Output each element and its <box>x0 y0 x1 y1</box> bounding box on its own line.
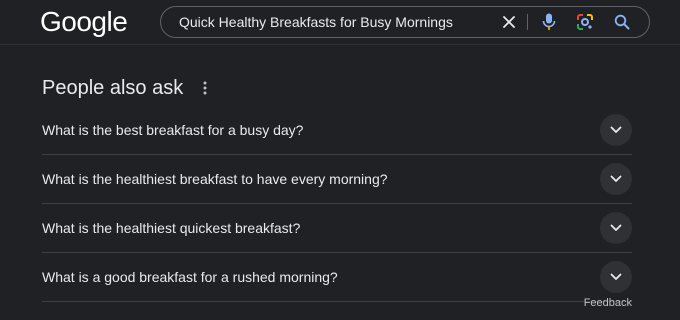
question-text: What is the healthiest breakfast to have… <box>42 171 388 187</box>
google-lens-button[interactable] <box>575 12 595 32</box>
question-text: What is the best breakfast for a busy da… <box>42 122 304 138</box>
search-input[interactable] <box>179 7 479 37</box>
expand-question-button[interactable] <box>600 261 632 293</box>
question-text: What is a good breakfast for a rushed mo… <box>42 269 338 285</box>
voice-search-button[interactable] <box>539 12 559 32</box>
feedback-link[interactable]: Feedback <box>584 297 632 309</box>
google-logo[interactable]: Google <box>40 6 128 38</box>
search-divider <box>527 14 528 30</box>
top-bar: Google <box>0 0 680 45</box>
people-also-ask-header: People also ask <box>42 70 632 106</box>
search-button[interactable] <box>612 12 632 32</box>
search-box[interactable] <box>160 6 650 38</box>
chevron-down-icon <box>610 273 622 280</box>
expand-question-button[interactable] <box>600 212 632 244</box>
question-item-rushed-morning[interactable]: What is a good breakfast for a rushed mo… <box>42 253 632 302</box>
google-lens-icon <box>577 14 593 30</box>
close-icon <box>503 16 515 28</box>
expand-question-button[interactable] <box>600 114 632 146</box>
people-also-ask-title: People also ask <box>42 76 184 99</box>
clear-search-button[interactable] <box>499 12 519 32</box>
question-item-healthiest-quickest[interactable]: What is the healthiest quickest breakfas… <box>42 204 632 253</box>
question-item-best-breakfast-busy-day[interactable]: What is the best breakfast for a busy da… <box>42 106 632 155</box>
chevron-down-icon <box>610 224 622 231</box>
question-text: What is the healthiest quickest breakfas… <box>42 220 301 236</box>
expand-question-button[interactable] <box>600 163 632 195</box>
search-icon <box>614 14 630 30</box>
question-item-healthiest-every-morning[interactable]: What is the healthiest breakfast to have… <box>42 155 632 204</box>
microphone-icon <box>542 13 556 30</box>
more-vert-icon <box>203 81 207 95</box>
chevron-down-icon <box>610 126 622 133</box>
more-options-button[interactable] <box>197 80 213 96</box>
chevron-down-icon <box>610 175 622 182</box>
people-also-ask-section: People also ask What is the best breakfa… <box>42 70 632 302</box>
